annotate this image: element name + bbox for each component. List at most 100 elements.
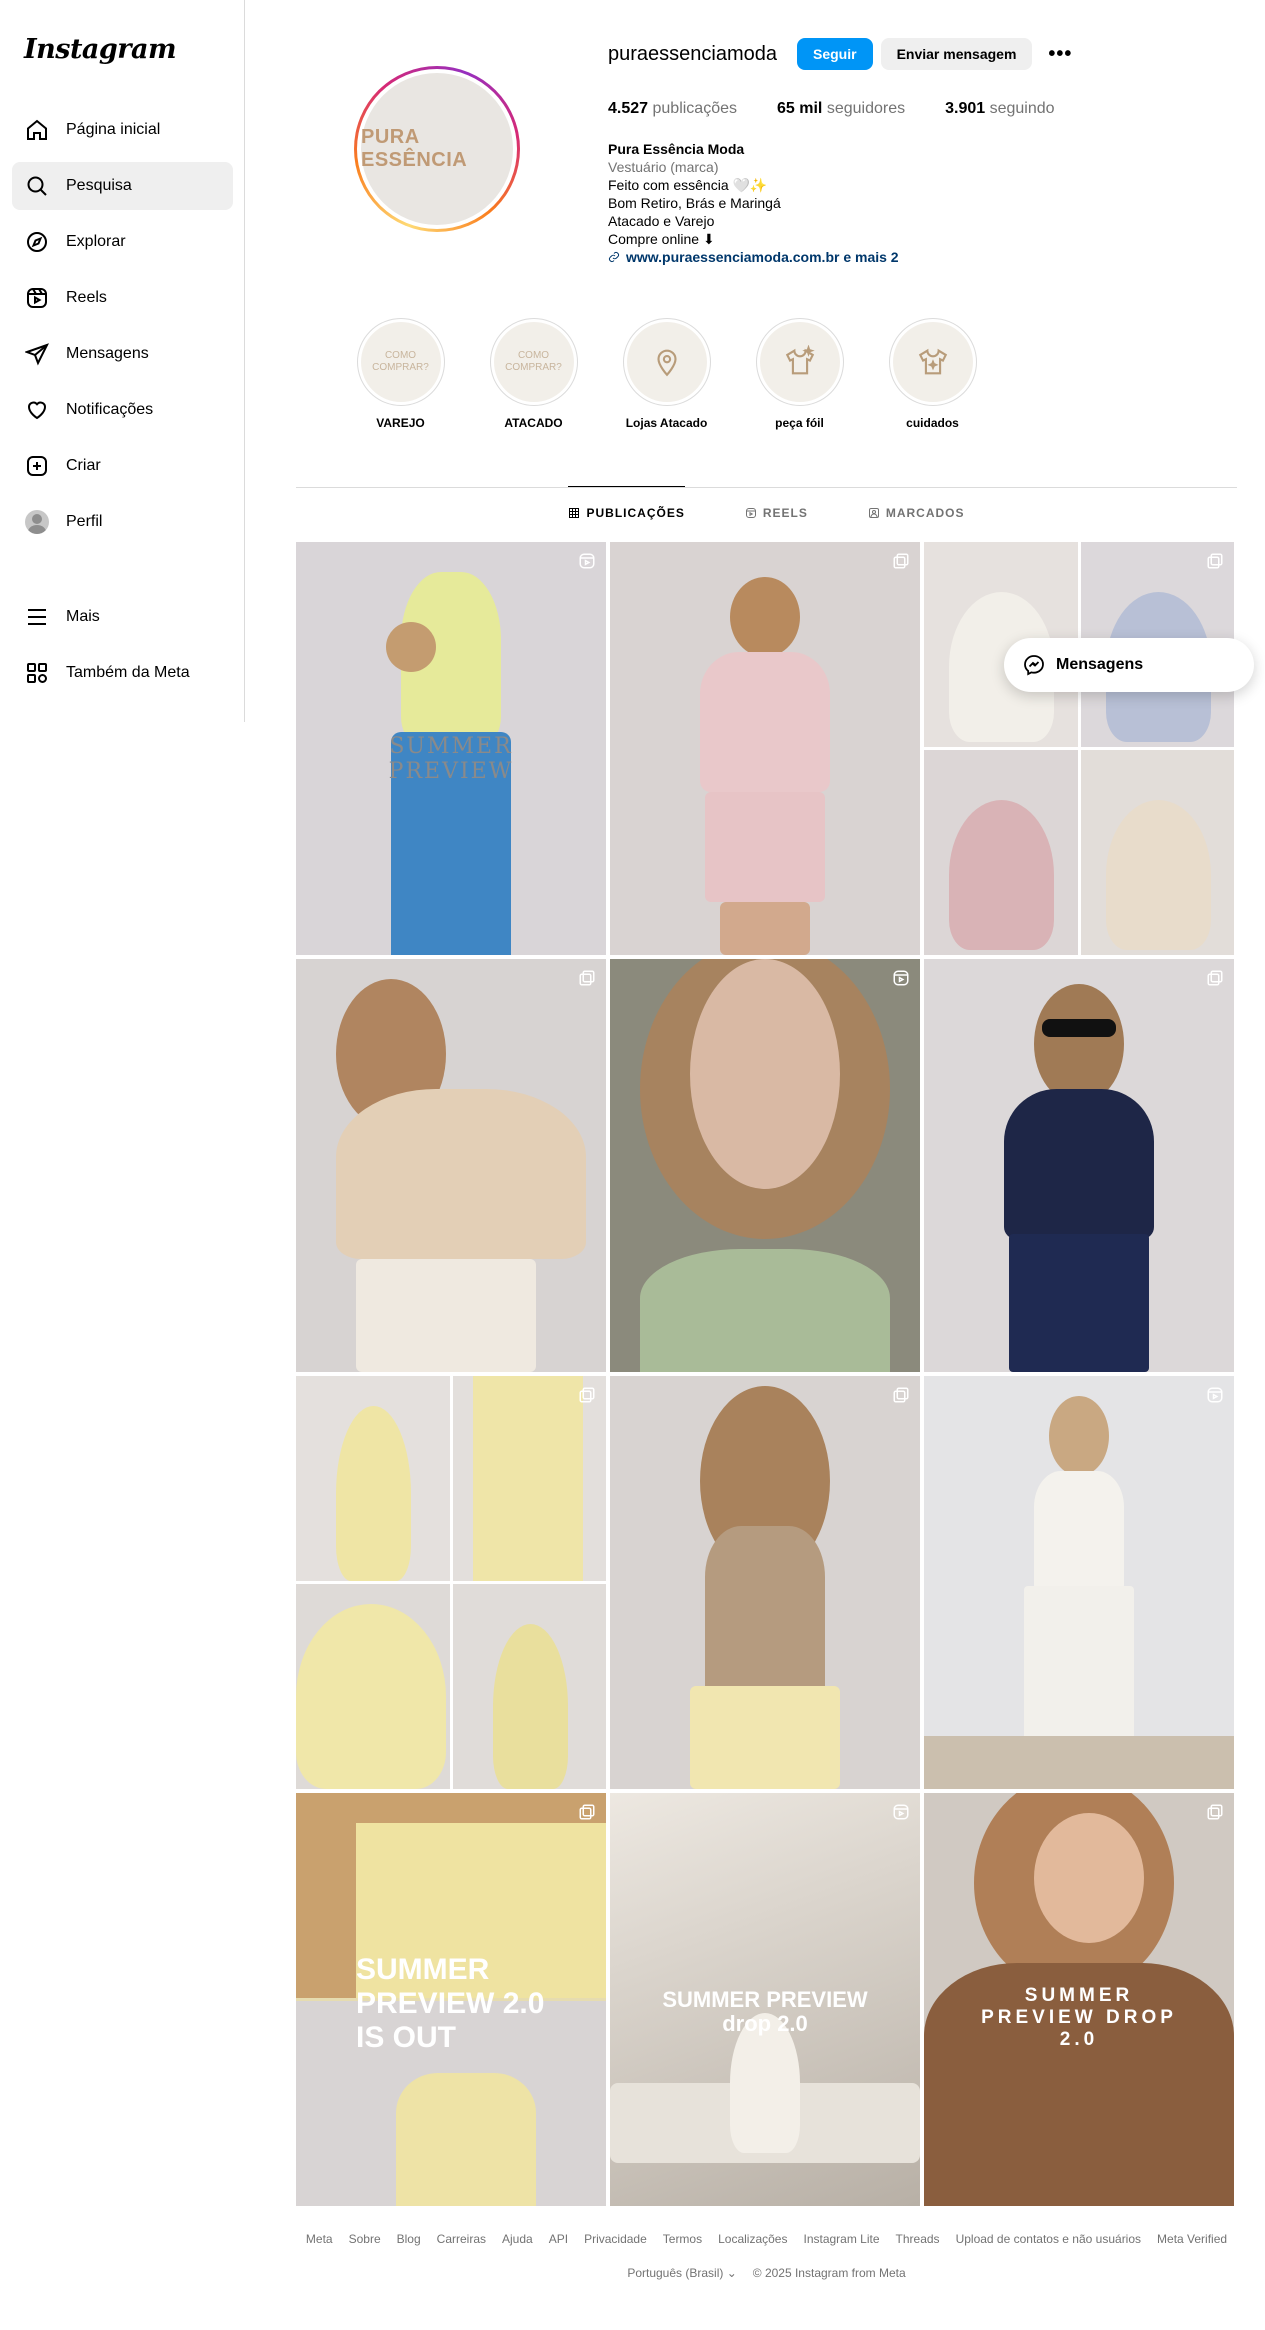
footer-link[interactable]: Privacidade [584,2232,647,2246]
profile-header-row: puraessenciamoda Seguir Enviar mensagem … [608,38,1072,70]
post-overlay-text: SUMMER PREVIEW 2.0 IS OUT [356,1953,545,2054]
post-overlay-text: SUMMER PREVIEW [388,734,514,784]
sidebar-item-messages[interactable]: Mensagens [12,330,233,378]
highlight-cuidados[interactable]: cuidados [866,318,999,430]
sidebar-bottom: Mais Também da Meta [12,593,233,705]
bio-line: Atacado e Varejo [608,213,715,229]
posts-count: 4.527 publicações [608,100,737,117]
carousel-badge-icon [892,1386,910,1404]
heart-icon [24,397,50,423]
highlight-atacado[interactable]: COMO COMPRAR? ATACADO [467,318,600,430]
carousel-badge-icon [1206,1803,1224,1821]
search-icon [24,173,50,199]
footer-link[interactable]: Meta Verified [1157,2232,1227,2246]
footer-link[interactable]: Localizações [718,2232,787,2246]
footer-link[interactable]: Blog [397,2232,421,2246]
highlight-cover: COMO COMPRAR? [493,322,574,402]
sidebar-item-label: Página inicial [66,121,161,138]
sidebar-item-search[interactable]: Pesquisa [12,162,233,210]
footer-link[interactable]: Ajuda [502,2232,533,2246]
post-tile[interactable]: SUMMER PREVIEW DROP 2.0 [924,1793,1234,2206]
post-overlay-text: SUMMER PREVIEW drop 2.0 [662,1987,868,2036]
language-select[interactable]: Português (Brasil) ⌄ [627,2266,736,2280]
bio-link[interactable]: www.puraessenciamoda.com.br e mais 2 [608,248,899,266]
bio-line: Feito com essência 🤍✨ [608,177,768,193]
sidebar-item-explore[interactable]: Explorar [12,218,233,266]
copyright: © 2025 Instagram from Meta [752,2266,906,2280]
sidebar-item-label: Reels [66,289,107,306]
carousel-badge-icon [578,969,596,987]
sidebar-item-create[interactable]: Criar [12,442,233,490]
reels-icon [24,285,50,311]
highlight-label: cuidados [906,416,959,430]
tab-tagged[interactable]: MARCADOS [868,486,965,538]
post-tile[interactable] [924,959,1234,1372]
posts-grid: SUMMER PREVIEW SUMMER PREVIEW 2.0 IS OUT… [296,542,1234,2206]
highlight-lojas-atacado[interactable]: Lojas Atacado [600,318,733,430]
reels-icon [745,507,756,518]
floating-messages-button[interactable]: Mensagens [1004,638,1254,692]
followers-count[interactable]: 65 mil seguidores [777,100,905,118]
reel-badge-icon [892,969,910,987]
profile-username: puraessenciamoda [608,42,777,65]
avatar [24,509,50,535]
sidebar-item-also-from-meta[interactable]: Também da Meta [12,649,233,697]
shirt-icon [918,348,947,375]
sidebar-item-notifications[interactable]: Notificações [12,386,233,434]
post-tile[interactable]: SUMMER PREVIEW [296,542,606,955]
following-count[interactable]: 3.901 seguindo [945,100,1054,118]
profile-full-name: Pura Essência Moda [608,141,745,157]
footer-link[interactable]: Carreiras [437,2232,486,2246]
tagged-icon [868,507,879,518]
footer-link[interactable]: Threads [896,2232,940,2246]
bio-line: Bom Retiro, Brás e Maringá [608,195,781,211]
sidebar-item-label: Explorar [66,233,126,250]
sidebar-item-more[interactable]: Mais [12,593,233,641]
profile-picture[interactable]: PURA ESSÊNCIA [354,66,520,232]
plus-square-icon [24,453,50,479]
sidebar-item-home[interactable]: Página inicial [12,106,233,154]
menu-icon [24,604,50,630]
highlight-peca-foil[interactable]: peça fóil [733,318,866,430]
tab-posts[interactable]: PUBLICAÇÕES [568,486,685,538]
footer-link[interactable]: Sobre [349,2232,381,2246]
sidebar-item-reels[interactable]: Reels [12,274,233,322]
profile-stats: 4.527 publicações 65 mil seguidores 3.90… [608,100,1095,118]
post-tile[interactable] [610,959,920,1372]
follow-button[interactable]: Seguir [797,38,873,70]
send-message-button[interactable]: Enviar mensagem [880,38,1033,70]
carousel-badge-icon [1206,969,1224,987]
instagram-logo[interactable]: Instagram [24,34,177,65]
post-overlay-text: SUMMER PREVIEW DROP 2.0 [981,1985,1177,2050]
post-tile[interactable] [296,1376,606,1789]
highlight-cover: COMO COMPRAR? [360,322,441,402]
tab-reels[interactable]: REELS [745,486,808,538]
footer-link[interactable]: Upload de contatos e não usuários [956,2232,1141,2246]
sidebar-item-profile[interactable]: Perfil [12,498,233,546]
sidebar-item-label: Criar [66,457,101,474]
footer-link[interactable]: API [549,2232,568,2246]
post-tile[interactable] [610,1376,920,1789]
carousel-badge-icon [892,552,910,570]
link-icon [609,252,619,262]
profile-category: Vestuário (marca) [608,159,719,175]
post-tile[interactable] [296,959,606,1372]
post-tile[interactable] [610,542,920,955]
sidebar-item-label: Perfil [66,513,103,530]
footer-links: Meta Sobre Blog Carreiras Ajuda API Priv… [296,2232,1237,2246]
footer-link[interactable]: Instagram Lite [803,2232,879,2246]
post-tile[interactable]: SUMMER PREVIEW 2.0 IS OUT [296,1793,606,2206]
highlight-label: VAREJO [376,416,425,430]
post-tile[interactable] [924,1376,1234,1789]
post-tile[interactable]: SUMMER PREVIEW drop 2.0 [610,1793,920,2206]
footer-link[interactable]: Termos [663,2232,702,2246]
highlight-varejo[interactable]: COMO COMPRAR? VAREJO [334,318,467,430]
footer-link[interactable]: Meta [306,2232,333,2246]
more-options-icon[interactable]: ••• [1048,43,1072,66]
highlight-label: ATACADO [504,416,563,430]
messenger-icon [1024,655,1044,676]
carousel-badge-icon [578,1803,596,1821]
profile-picture-logo: PURA ESSÊNCIA [361,73,513,225]
location-pin-icon [656,349,677,377]
post-tile[interactable] [924,542,1234,955]
